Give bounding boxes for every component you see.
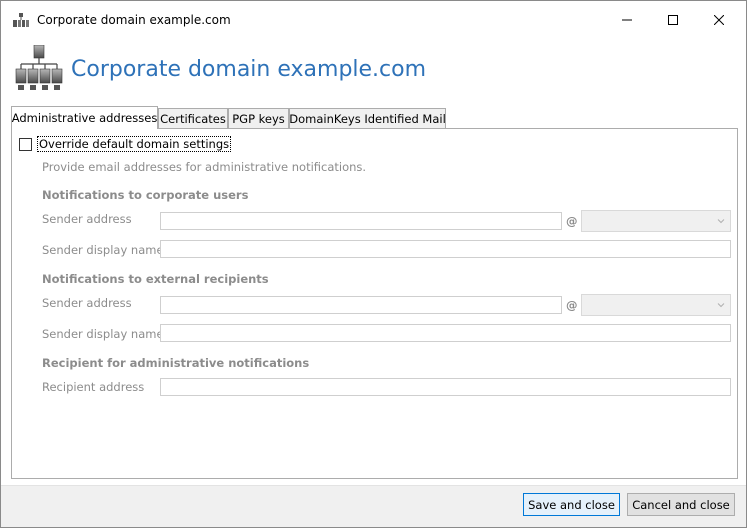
override-settings-row[interactable]: Override default domain settings (19, 136, 232, 152)
recipient-address-input[interactable] (160, 378, 731, 396)
dialog-window: Corporate domain example.com Corporate d… (0, 0, 747, 528)
minimize-button[interactable] (604, 1, 650, 39)
close-button[interactable] (696, 1, 742, 39)
external-display-name-input[interactable] (160, 324, 731, 342)
recipient-address-label: Recipient address (42, 380, 145, 394)
tab-administrative-addresses[interactable]: Administrative addresses (11, 106, 158, 129)
page-title: Corporate domain example.com (71, 57, 427, 82)
maximize-button[interactable] (650, 1, 696, 39)
section-heading-external: Notifications to external recipients (42, 272, 269, 286)
maximize-icon (668, 15, 678, 25)
override-settings-label[interactable]: Override default domain settings (37, 136, 232, 152)
save-and-close-button[interactable]: Save and close (523, 493, 620, 516)
tab-pgp-keys[interactable]: PGP keys (228, 108, 289, 128)
domain-network-icon (15, 45, 63, 90)
corporate-sender-address-label: Sender address (42, 212, 132, 226)
corporate-domain-select[interactable] (581, 210, 731, 232)
external-sender-address-input[interactable] (160, 296, 562, 314)
title-bar[interactable]: Corporate domain example.com (1, 1, 746, 39)
tab-certificates[interactable]: Certificates (158, 108, 228, 128)
external-sender-address-label: Sender address (42, 296, 132, 310)
section-heading-recipient: Recipient for administrative notificatio… (42, 356, 310, 370)
tab-dkim[interactable]: DomainKeys Identified Mail (289, 108, 446, 128)
chevron-down-icon (717, 303, 725, 308)
description-text: Provide email addresses for administrati… (42, 160, 367, 174)
section-heading-corporate: Notifications to corporate users (42, 188, 249, 202)
dialog-footer: Save and close Cancel and close (1, 485, 746, 527)
external-domain-select[interactable] (581, 294, 731, 316)
close-icon (714, 15, 724, 25)
domain-network-icon (13, 13, 29, 27)
override-settings-checkbox[interactable] (19, 137, 32, 151)
chevron-down-icon (717, 219, 725, 224)
external-at-sign: @ (566, 298, 578, 312)
minimize-icon (622, 19, 632, 21)
external-display-name-label: Sender display name (42, 327, 164, 341)
cancel-and-close-button[interactable]: Cancel and close (627, 493, 735, 516)
window-title: Corporate domain example.com (37, 13, 231, 27)
corporate-display-name-input[interactable] (160, 240, 731, 258)
corporate-sender-address-input[interactable] (160, 212, 562, 230)
corporate-display-name-label: Sender display name (42, 243, 164, 257)
corporate-at-sign: @ (566, 214, 578, 228)
